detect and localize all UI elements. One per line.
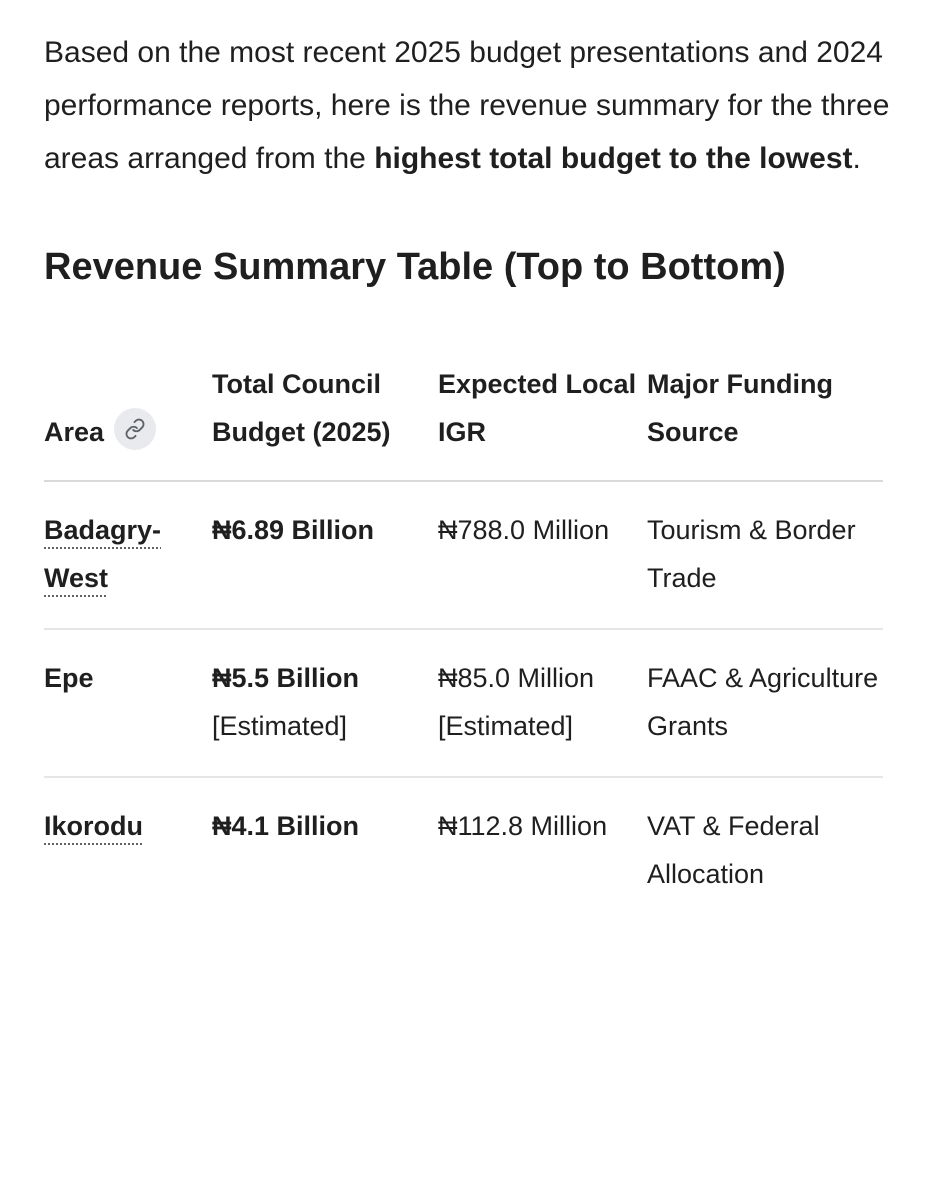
- cell-source: FAAC & Agriculture Grants: [647, 629, 883, 778]
- header-area-label: Area: [44, 417, 105, 447]
- cell-source: VAT & Federal Allocation: [647, 811, 820, 889]
- budget-value: ₦6.89 Billion: [212, 515, 375, 545]
- intro-paragraph: Based on the most recent 2025 budget pre…: [44, 26, 890, 185]
- cell-budget: ₦5.5 Billion [Estimated]: [212, 629, 438, 778]
- intro-bold-text: highest total budget to the lowest: [374, 142, 853, 175]
- table-row: Badagry-West ₦6.89 Billion ₦788.0 Millio…: [44, 481, 883, 630]
- header-budget: Total Council Budget (2025): [212, 360, 438, 482]
- table-row: Epe ₦5.5 Billion [Estimated] ₦85.0 Milli…: [44, 629, 883, 778]
- cell-area: Badagry-West: [44, 481, 212, 630]
- table-row: Ikorodu ₦4.1 Billion ₦112.8 Million VAT …: [44, 777, 883, 924]
- header-source: Major Funding Source: [647, 360, 883, 482]
- budget-value: ₦5.5 Billion: [212, 663, 360, 693]
- cell-igr: ₦112.8 Million: [438, 811, 608, 841]
- cell-source: Tourism & Border Trade: [647, 481, 883, 630]
- header-igr: Expected Local IGR: [438, 360, 647, 482]
- area-name-epe: Epe: [44, 663, 94, 693]
- area-link-ikorodu[interactable]: Ikorodu: [44, 811, 143, 841]
- budget-note: [Estimated]: [212, 711, 348, 741]
- area-link-badagry-west[interactable]: Badagry-West: [44, 515, 161, 593]
- cell-area: Ikorodu: [44, 777, 212, 924]
- cell-igr: ₦788.0 Million: [438, 481, 647, 630]
- response-content: Based on the most recent 2025 budget pre…: [44, 26, 890, 924]
- table-heading: Revenue Summary Table (Top to Bottom): [44, 246, 786, 288]
- intro-text-after: .: [852, 142, 861, 175]
- cell-area: Epe: [44, 629, 212, 778]
- cell-igr: ₦85.0 Million [Estimated]: [438, 629, 647, 778]
- link-icon[interactable]: [114, 408, 157, 450]
- cell-budget: ₦6.89 Billion: [212, 481, 438, 630]
- cell-budget: ₦4.1 Billion: [212, 777, 438, 924]
- header-area: Area: [44, 360, 212, 482]
- table-header-row: Area Total Council Budget (2025) Expecte…: [44, 360, 883, 482]
- budget-value: ₦4.1 Billion: [212, 811, 360, 841]
- revenue-summary-table: Area Total Council Budget (2025) Expecte…: [44, 360, 883, 924]
